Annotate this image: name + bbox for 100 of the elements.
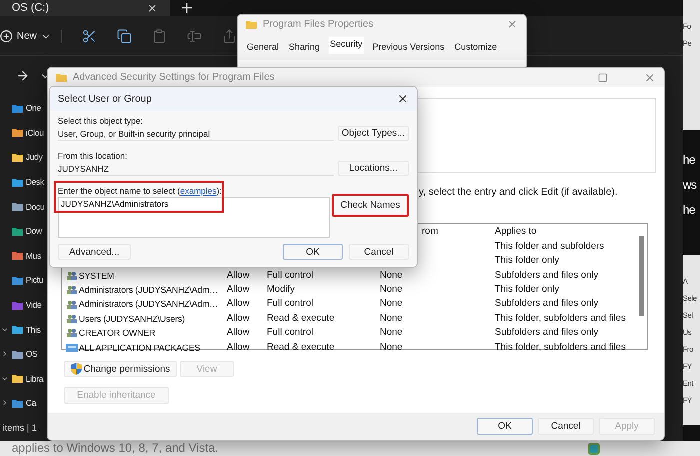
table-cell-text: Full control [267, 326, 314, 340]
folder-icon [56, 73, 67, 82]
change-permissions-button[interactable]: Change permissions [64, 361, 177, 378]
table-cell-text: This folder only [495, 254, 560, 268]
package-icon [66, 342, 78, 353]
sidebar-item[interactable]: Mus [26, 250, 42, 261]
sidebar-item[interactable]: This [26, 324, 41, 335]
close-icon[interactable] [397, 93, 409, 105]
tab[interactable]: Security [329, 37, 364, 54]
maximize-icon[interactable] [598, 72, 608, 82]
table-cell-text: None [380, 297, 403, 312]
sidebar-item[interactable]: Vide [26, 300, 42, 310]
sidebar-item[interactable]: OS [26, 349, 38, 360]
copy-icon[interactable] [117, 29, 132, 44]
plus-icon[interactable] [182, 3, 192, 13]
tab[interactable]: Sharing [288, 40, 322, 54]
tab[interactable]: General [246, 40, 280, 54]
table-cell-text: Modify [267, 282, 295, 297]
page-heading: he [683, 152, 696, 169]
table-cell: Subfolders and files only [495, 268, 599, 283]
table-cell-text: This folder, subfolders and files [495, 312, 626, 326]
table-cell-text: CREATOR OWNER [79, 327, 156, 340]
table-cell-text: Allow [227, 312, 250, 326]
page-heading: ws [683, 177, 697, 194]
table-cell-text: Allow [227, 282, 250, 297]
advanced-button[interactable]: Advanced... [58, 244, 131, 260]
tab[interactable]: Customize [454, 40, 498, 54]
sidebar-item[interactable]: iClou [26, 128, 44, 138]
users-icon [66, 285, 78, 296]
rename-icon[interactable] [187, 29, 202, 44]
users-icon [66, 314, 78, 324]
table-cell: Read & execute [267, 340, 335, 355]
share-icon[interactable] [222, 29, 238, 44]
scrollbar-thumb[interactable] [639, 236, 644, 316]
page-heading: he [683, 202, 696, 219]
object-type-field: User, Group, or Built-in security principal [58, 127, 334, 141]
table-cell: Full control [267, 268, 314, 283]
cancel-button[interactable]: Cancel [349, 244, 409, 260]
table-cell-text: Read & execute [267, 312, 335, 326]
explorer-tab[interactable]: OS (C:) [0, 0, 170, 16]
window-title: Advanced Security Settings for Program Files [73, 72, 276, 83]
article-text: applies to Windows 10, 8, 7, and Vista. [12, 441, 219, 456]
locations-button[interactable]: Locations... [338, 161, 409, 176]
users-icon [66, 328, 78, 338]
field-label: Select this object type: [58, 115, 144, 127]
table-cell-text: This folder only [495, 282, 560, 297]
sidebar-item[interactable]: Docu [26, 202, 45, 212]
close-icon[interactable] [147, 2, 158, 14]
cut-icon[interactable] [82, 29, 98, 44]
users-icon [66, 270, 78, 281]
new-button[interactable]: New [0, 30, 62, 43]
sidebar-item[interactable]: Dow [26, 226, 42, 236]
sidebar-item[interactable]: One [26, 103, 42, 114]
table-cell-text: Administrators (JUDYSANHZ\Adm… [79, 298, 218, 312]
sidebar-item[interactable]: Pictu [26, 275, 44, 286]
table-cell-text: Subfolders and files only [495, 297, 599, 312]
chevron-icon[interactable] [1, 350, 9, 358]
column-header[interactable]: rom [422, 225, 438, 240]
name-field[interactable]: JUDYSANHZ\Administrators [58, 197, 330, 238]
field-label: Enter the object name to select (examples): [58, 185, 222, 197]
dialog-button[interactable]: OK [477, 418, 533, 436]
sidebar-item[interactable]: Ca [26, 398, 36, 408]
table-cell-text: Allow [227, 297, 250, 312]
sidebar-item[interactable]: Desk [26, 177, 44, 188]
window-title: Program Files Properties [263, 19, 375, 30]
users-icon [66, 300, 78, 310]
dialog-button[interactable]: Cancel [538, 418, 594, 436]
plus-icon [0, 30, 13, 43]
check-names-button[interactable]: Check Names [332, 194, 409, 217]
column-header[interactable]: Applies to [495, 225, 537, 240]
table-cell-text: Users (JUDYSANHZ\Users) [79, 312, 186, 326]
table-cell-text: Allow [227, 326, 250, 340]
dialog-title: Select User or Group [58, 94, 153, 104]
field-label: From this location: [58, 150, 128, 162]
table-cell-text: None [380, 326, 403, 340]
table-cell-text: Full control [267, 297, 314, 312]
table-cell-text: Subfolders and files only [495, 326, 599, 340]
table-cell: This folder, subfolders and files [495, 340, 626, 355]
table-cell: Allow [227, 340, 250, 355]
instruction-text: y, select the entry and click Edit (if available). [419, 187, 619, 198]
forward-icon[interactable] [16, 69, 30, 83]
sidebar-item[interactable]: Judy [26, 152, 43, 162]
table-cell: None [380, 340, 403, 355]
location-field: JUDYSANHZ [58, 162, 334, 176]
table-cell: Allow [227, 268, 250, 283]
ok-button[interactable]: OK [283, 244, 343, 260]
table-cell-text: None [380, 282, 403, 297]
table-cell-text: ALL APPLICATION PACKAGES [79, 342, 200, 355]
table-cell-text: SYSTEM [79, 270, 114, 283]
chevron-icon[interactable] [1, 399, 9, 408]
status-text: items | 1 [2, 423, 37, 433]
shield-icon [70, 363, 82, 376]
folder-icon [246, 20, 257, 29]
examples-link[interactable]: examples [180, 186, 217, 196]
table-cell-text: Administrators (JUDYSANHZ\Adm… [79, 284, 218, 297]
table-cell-text: None [380, 312, 403, 326]
object-types-button[interactable]: Object Types... [338, 126, 409, 141]
tab[interactable]: Previous Versions [372, 40, 446, 54]
paste-icon[interactable] [152, 29, 168, 44]
sidebar-item[interactable]: Libra [26, 374, 44, 384]
